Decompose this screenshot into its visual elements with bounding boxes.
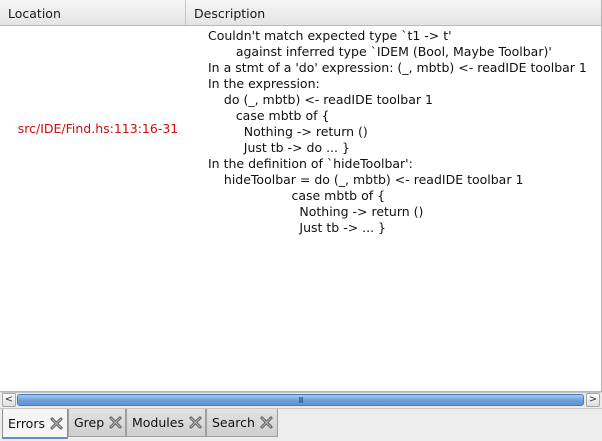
description-line: do (_, mbtb) <- readIDE toolbar 1 [208,92,433,107]
description-line: In a stmt of a 'do' expression: (_, mbtb… [208,60,587,75]
tab-modules[interactable]: Modules [126,409,206,437]
description-cell[interactable]: Couldn't match expected type `t1 -> t' a… [208,28,600,236]
close-icon[interactable] [49,416,64,431]
errors-table: Location Description src/IDE/Find.hs:113… [0,0,602,392]
close-icon[interactable] [259,415,274,430]
column-header-description[interactable]: Description [186,0,601,25]
tab-errors[interactable]: Errors [2,409,68,439]
description-line: Just tb -> do ... } [208,140,350,155]
table-header: Location Description [0,0,601,26]
scroll-right-button[interactable]: > [586,393,600,407]
table-row[interactable]: src/IDE/Find.hs:113:16-31 Couldn't match… [0,27,601,235]
description-line: Nothing -> return () [208,124,368,139]
tab-bar: Errors Grep Modules Search [0,408,602,441]
tab-label: Modules [132,415,184,430]
scroll-thumb[interactable]: III [17,394,584,406]
close-icon[interactable] [108,415,123,430]
tab-label: Search [212,415,255,430]
scroll-grip: III [298,396,303,405]
location-cell[interactable]: src/IDE/Find.hs:113:16-31 [0,27,186,229]
description-line: case mbtb of { [208,188,386,203]
description-line: against inferred type `IDEM (Bool, Maybe… [208,44,552,59]
description-line: case mbtb of { [208,108,330,123]
column-header-location[interactable]: Location [0,0,186,25]
description-line: Just tb -> ... } [208,220,386,235]
location-text: src/IDE/Find.hs:113:16-31 [17,120,179,136]
description-line: hideToolbar = do (_, mbtb) <- readIDE to… [208,172,524,187]
scroll-left-button[interactable]: < [2,393,16,407]
tab-grep[interactable]: Grep [68,409,126,437]
tab-label: Errors [8,415,45,431]
description-line: In the expression: [208,76,320,91]
description-line: Couldn't match expected type `t1 -> t' [208,28,452,43]
error-panel: Location Description src/IDE/Find.hs:113… [0,0,602,441]
horizontal-scrollbar[interactable]: < III > [1,392,601,407]
tab-search[interactable]: Search [206,409,278,437]
description-line: Nothing -> return () [208,204,424,219]
description-line: In the definition of `hideToolbar': [208,156,413,171]
tab-label: Grep [74,415,105,430]
close-icon[interactable] [188,415,203,430]
